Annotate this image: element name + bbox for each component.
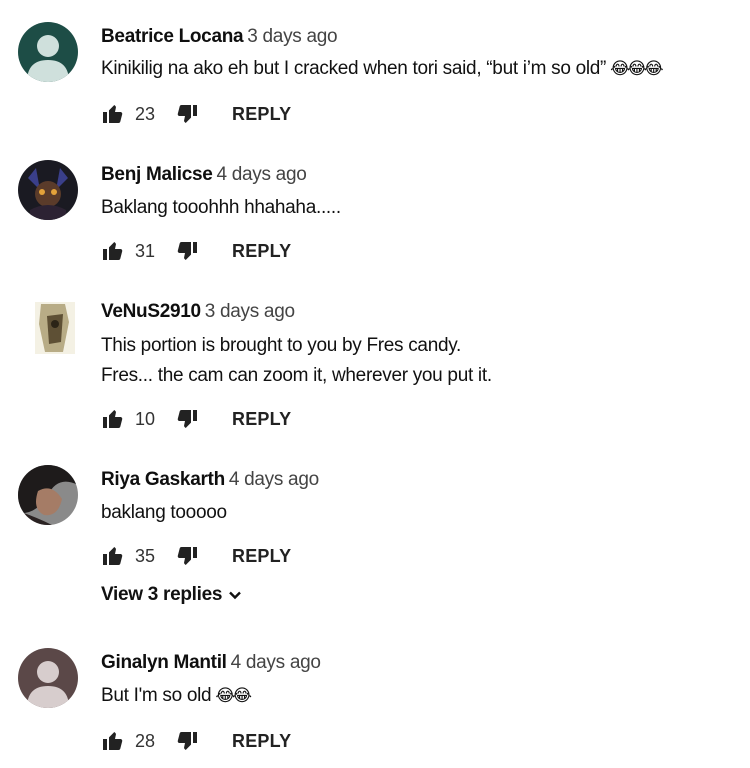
like-count: 35 — [135, 545, 156, 566]
user-avatar-icon[interactable] — [35, 302, 75, 354]
like-count: 28 — [135, 730, 156, 751]
thumbs-up-icon[interactable] — [101, 729, 125, 753]
comment-timestamp[interactable]: 4 days ago — [231, 652, 321, 673]
reply-button[interactable]: REPLY — [232, 731, 291, 752]
comments-section: Beatrice Locana 3 days ago Kinikilig na a… — [0, 0, 750, 768]
comment-author[interactable]: VeNuS2910 — [101, 301, 201, 322]
thumbs-down-icon[interactable] — [175, 102, 199, 126]
comment-author[interactable]: Riya Gaskarth — [101, 469, 225, 490]
reply-button[interactable]: REPLY — [232, 241, 291, 262]
comment-author[interactable]: Benj Malicse — [101, 164, 213, 185]
chevron-down-icon — [229, 591, 241, 600]
comment-author[interactable]: Beatrice Locana — [101, 26, 244, 47]
like-count: 23 — [135, 103, 156, 124]
like-count: 31 — [135, 240, 156, 261]
thumbs-down-icon[interactable] — [175, 729, 199, 753]
comment-author[interactable]: Ginalyn Mantil — [101, 652, 227, 673]
user-avatar-icon[interactable] — [18, 160, 78, 220]
comment-text: Baklang tooohhh hhahaha..... — [101, 197, 341, 218]
comment-text: baklang tooooo — [101, 502, 227, 523]
thumbs-down-icon[interactable] — [175, 407, 199, 431]
reply-button[interactable]: REPLY — [232, 546, 291, 567]
comment-text: But I'm so old 😂😂 — [101, 681, 252, 711]
user-avatar-icon[interactable] — [18, 648, 78, 708]
laughing-emoji-icon: 😂😂 — [215, 686, 252, 705]
comment-timestamp[interactable]: 3 days ago — [247, 26, 337, 47]
comment-text: This portion is brought to you by Fres c… — [101, 335, 492, 386]
laughing-emoji-icon: 😂😂😂 — [610, 59, 664, 78]
thumbs-down-icon[interactable] — [175, 239, 199, 263]
view-replies-button[interactable]: View 3 replies — [101, 584, 242, 606]
thumbs-up-icon[interactable] — [101, 407, 125, 431]
comment-text: Kinikilig na ako eh but I cracked when t… — [101, 54, 664, 84]
user-avatar-icon[interactable] — [18, 22, 78, 82]
thumbs-down-icon[interactable] — [175, 544, 199, 568]
thumbs-up-icon[interactable] — [101, 102, 125, 126]
reply-button[interactable]: REPLY — [232, 104, 291, 125]
comment-timestamp[interactable]: 4 days ago — [217, 164, 307, 185]
comment-timestamp[interactable]: 3 days ago — [205, 301, 295, 322]
comment-timestamp[interactable]: 4 days ago — [229, 469, 319, 490]
user-avatar-icon[interactable] — [18, 465, 78, 525]
like-count: 10 — [135, 408, 156, 429]
reply-button[interactable]: REPLY — [232, 409, 291, 430]
thumbs-up-icon[interactable] — [101, 239, 125, 263]
thumbs-up-icon[interactable] — [101, 544, 125, 568]
